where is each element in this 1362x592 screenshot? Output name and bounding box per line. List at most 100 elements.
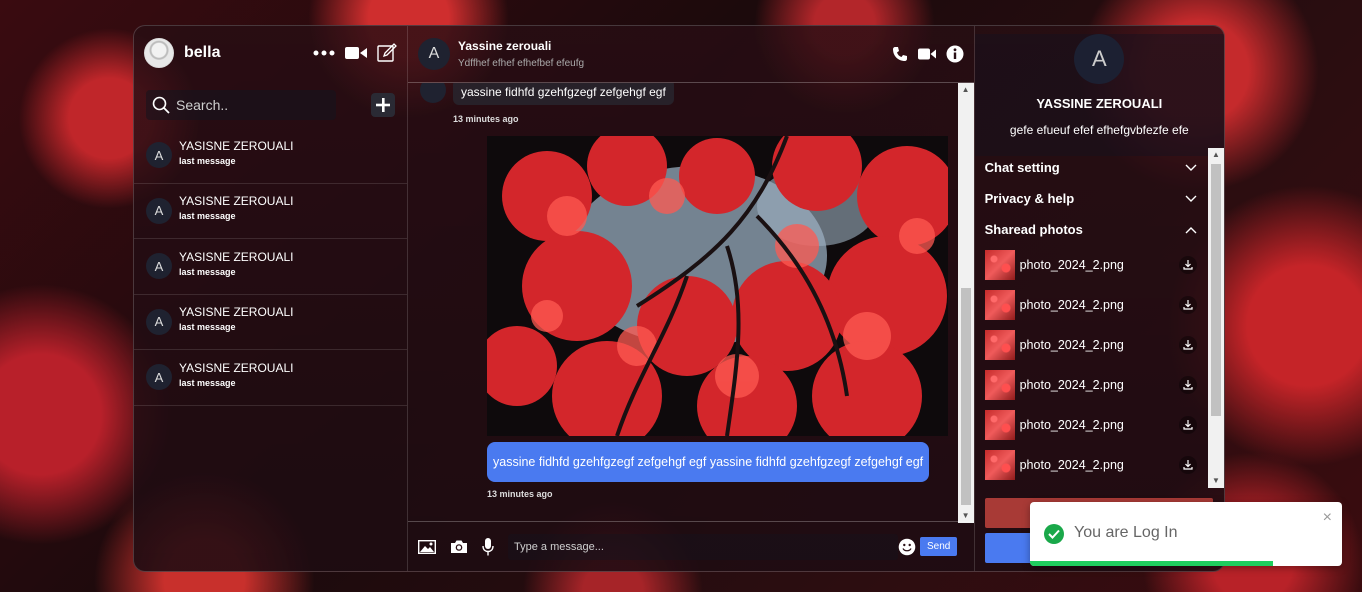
send-button[interactable]: Send <box>920 537 958 556</box>
section-title: Chat setting <box>984 160 1060 175</box>
toast-message: You are Log In <box>1074 524 1178 541</box>
chat-panel: A Yassine zerouali Ydffhef efhef efhefbe… <box>408 26 975 571</box>
compose-icon[interactable] <box>377 43 397 63</box>
contact-avatar: A <box>146 364 172 391</box>
contact-last-message: last message <box>179 377 236 388</box>
list-item[interactable]: A YASISNE ZEROUALI last message <box>134 350 407 406</box>
add-conversation-button[interactable] <box>371 93 395 117</box>
scroll-up-icon[interactable]: ▲ <box>1208 148 1224 162</box>
contact-name: YASISNE ZEROUALI <box>179 194 294 209</box>
close-icon[interactable]: × <box>1323 509 1332 527</box>
contact-profile: A YASSINE ZEROUALI gefe efueuf efef efhe… <box>974 34 1224 156</box>
scroll-up-icon[interactable]: ▲ <box>958 83 974 97</box>
chat-scrollbar[interactable]: ▲ ▼ <box>957 83 974 523</box>
chat-partner-name: Yassine zerouali <box>458 39 552 53</box>
microphone-icon[interactable] <box>482 537 494 556</box>
check-circle-icon <box>1044 524 1064 544</box>
photo-file-name: photo_2024_2.png <box>1019 458 1124 472</box>
contact-profile-avatar: A <box>1074 34 1125 84</box>
video-call-icon[interactable] <box>917 48 936 60</box>
message-input[interactable] <box>508 533 898 560</box>
messenger-app: bella Search.. A YASISNE ZEROUALI last m… <box>133 25 1225 572</box>
sidebar-header: bella <box>134 26 407 80</box>
shared-photo-item[interactable]: photo_2024_2.png <box>975 245 1209 285</box>
photo-file-name: photo_2024_2.png <box>1019 418 1124 432</box>
chat-partner-avatar[interactable]: A <box>418 38 450 70</box>
plus-icon <box>376 98 391 112</box>
contact-profile-name: YASSINE ZEROUALI <box>1036 96 1163 111</box>
shared-photo-message[interactable] <box>487 136 948 436</box>
contact-last-message: last message <box>179 155 236 166</box>
shared-photo-item[interactable]: photo_2024_2.png <box>975 445 1209 485</box>
login-toast: You are Log In × <box>1030 502 1342 566</box>
scroll-down-icon[interactable]: ▼ <box>1208 474 1224 488</box>
message-composer: Send <box>408 521 974 571</box>
photo-file-name: photo_2024_2.png <box>1019 378 1124 392</box>
chevron-down-icon <box>1185 164 1197 172</box>
more-icon[interactable] <box>313 50 335 56</box>
toast-progress-bar <box>1030 561 1273 566</box>
list-item[interactable]: A YASISNE ZEROUALI last message <box>134 239 407 295</box>
chevron-up-icon <box>1185 226 1197 234</box>
search-field <box>146 90 337 120</box>
info-icon[interactable] <box>946 45 964 63</box>
list-item[interactable]: A YASISNE ZEROUALI last message <box>134 128 407 184</box>
contact-last-message: last message <box>179 322 236 333</box>
contact-name: YASISNE ZEROUALI <box>179 138 294 153</box>
emoji-icon[interactable] <box>898 538 916 556</box>
chat-partner-status: Ydffhef efhef efhefbef efeufg <box>458 58 585 69</box>
contact-last-message: last message <box>179 211 236 222</box>
scrollbar-thumb[interactable] <box>960 288 971 505</box>
list-item[interactable]: A YASISNE ZEROUALI last message <box>134 295 407 350</box>
section-title: Privacy & help <box>984 191 1075 206</box>
outgoing-message: yassine fidhfd gzehfgzegf zefgehgf egf y… <box>487 442 930 482</box>
shared-photo-item[interactable]: photo_2024_2.png <box>975 285 1209 325</box>
download-icon[interactable] <box>1178 336 1197 354</box>
photo-file-name: photo_2024_2.png <box>1019 258 1124 272</box>
download-icon[interactable] <box>1178 256 1197 274</box>
username: bella <box>184 44 221 61</box>
download-icon[interactable] <box>1178 296 1197 314</box>
contact-name: YASISNE ZEROUALI <box>179 249 294 264</box>
contact-name: YASISNE ZEROUALI <box>179 305 294 320</box>
contact-avatar: A <box>146 197 172 224</box>
shared-photos-section[interactable]: Sharead photos <box>975 214 1209 245</box>
conversations-sidebar: bella Search.. A YASISNE ZEROUALI last m… <box>134 26 408 571</box>
search-row <box>134 82 407 128</box>
download-icon[interactable] <box>1178 416 1197 434</box>
message-thread: yassine fidhfd gzehfgzegf zefgehgf egf 1… <box>408 83 960 523</box>
photo-thumbnail <box>984 410 1015 440</box>
phone-icon[interactable] <box>892 46 908 62</box>
contact-name: YASISNE ZEROUALI <box>179 360 294 375</box>
conversation-list: A YASISNE ZEROUALI last message A YASISN… <box>134 128 407 406</box>
user-avatar[interactable] <box>144 38 174 68</box>
scrollbar-thumb[interactable] <box>1211 164 1221 416</box>
photo-file-name: photo_2024_2.png <box>1019 338 1124 352</box>
info-scrollbar[interactable]: ▲ ▼ <box>1208 148 1224 488</box>
contact-last-message: last message <box>179 266 236 277</box>
photo-thumbnail <box>984 290 1015 320</box>
list-item[interactable]: A YASISNE ZEROUALI last message <box>134 184 407 239</box>
chat-setting-section[interactable]: Chat setting <box>975 152 1209 183</box>
section-title: Sharead photos <box>984 222 1083 237</box>
download-icon[interactable] <box>1178 376 1197 394</box>
download-icon[interactable] <box>1178 456 1197 474</box>
shared-photo-item[interactable]: photo_2024_2.png <box>975 365 1209 405</box>
photo-thumbnail <box>984 330 1015 360</box>
photo-thumbnail <box>984 450 1015 480</box>
privacy-help-section[interactable]: Privacy & help <box>975 183 1209 214</box>
photo-thumbnail <box>984 370 1015 400</box>
video-call-icon[interactable] <box>345 46 367 60</box>
search-input[interactable] <box>176 97 326 113</box>
camera-icon[interactable] <box>450 539 468 554</box>
photo-thumbnail <box>984 250 1015 280</box>
contact-info-panel: A YASSINE ZEROUALI gefe efueuf efef efhe… <box>974 26 1224 571</box>
contact-avatar: A <box>146 308 172 335</box>
contact-avatar: A <box>146 142 172 169</box>
image-icon[interactable] <box>418 539 436 554</box>
message-timestamp: 13 minutes ago <box>453 114 519 124</box>
shared-photo-item[interactable]: photo_2024_2.png <box>975 325 1209 365</box>
shared-photo-item[interactable]: photo_2024_2.png <box>975 405 1209 445</box>
chevron-down-icon <box>1185 195 1197 203</box>
contact-profile-description: gefe efueuf efef efhefgvbfezfe efe <box>1009 123 1189 137</box>
